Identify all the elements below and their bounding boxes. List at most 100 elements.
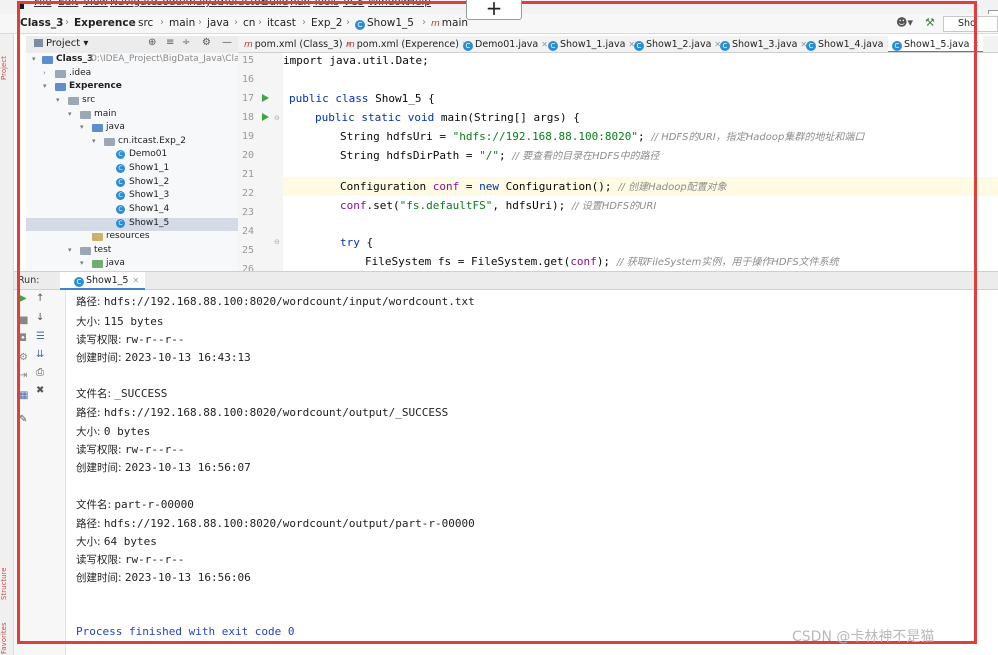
tree-item-src[interactable]: ▾ src [26,95,238,108]
breadcrumb-src[interactable]: src [138,17,153,29]
settings-gear-icon[interactable]: ⚙ [19,352,28,363]
console-output[interactable]: 路径: hdfs://192.168.88.100:8020/wordcount… [66,290,998,655]
expand-icon[interactable]: ▾ [56,96,60,104]
test-folder-icon [92,260,103,268]
menu-navigate[interactable]: Navigate [110,0,157,8]
tab-show1-2[interactable]: C Show1_2.java ✕ [634,36,721,52]
breadcrumb-java[interactable]: java [207,17,229,29]
tab-demo01[interactable]: C Demo01.java ✕ [463,36,548,52]
stop-icon[interactable]: ■ [19,315,28,326]
code-keyword: try [340,236,360,249]
close-icon[interactable]: ✕ [541,40,548,49]
project-tool-label[interactable]: Project [0,40,14,80]
run-class-icon[interactable] [262,94,269,102]
menu-refactor[interactable]: Refactor [221,0,265,8]
login-icon[interactable]: ⇥ [19,370,27,381]
tree-item-show1-3[interactable]: C Show1_3 [26,190,238,203]
expand-icon[interactable]: ▾ [32,55,36,63]
hammer-icon[interactable]: ⚒ [925,16,935,29]
fold-icon[interactable]: ⊖ [274,238,280,246]
breadcrumb-method[interactable]: m main [431,17,468,29]
tree-item-class3[interactable]: ▾ Class_3 D:\IDEA_Project\BigData_Java\C… [26,54,238,67]
scroll-down-icon[interactable]: ↓ [36,312,44,323]
breadcrumb-exp2[interactable]: Exp_2 [311,17,342,29]
expand-icon[interactable]: ▾ [68,246,72,254]
rerun-icon[interactable]: ▶ [19,293,27,304]
menu-analyze[interactable]: Analyze [182,0,223,8]
project-view-select[interactable]: Project ▾ [34,38,88,49]
trash-icon[interactable]: ✖ [36,385,44,396]
structure-tool-label[interactable]: Structure [0,550,14,600]
menu-window[interactable]: Window [368,0,409,8]
locate-icon[interactable]: ⊕ [148,37,156,48]
pin-icon[interactable]: ✎ [19,414,27,425]
run-config-select[interactable]: Sho [943,16,998,32]
soft-wrap-icon[interactable]: ☰ [36,331,45,342]
code-line-26: FileSystem fs = FileSystem.get(conf); //… [283,252,998,271]
tab-show1-5[interactable]: C Show1_5.java ✕ [888,36,984,52]
run-tab-show1-5[interactable]: C Show1_5 ✕ [60,272,146,290]
fold-icon[interactable]: ⊖ [274,114,280,122]
settings-gear-icon[interactable]: ⚙ [202,37,211,48]
menu-vcs[interactable]: VCS [343,0,364,8]
tree-item-idea[interactable]: › .idea [26,68,238,81]
tree-item-show1-4[interactable]: C Show1_4 [26,204,238,217]
tree-item-test-java[interactable]: ▾ java [26,258,238,271]
new-tab-button[interactable]: + [466,0,522,20]
tab-pom-class3[interactable]: m pom.xml (Class_3) ✕ [244,36,352,52]
menu-file[interactable]: File [34,0,52,8]
breadcrumb-module[interactable]: Experence [74,17,136,29]
tree-item-show1-2[interactable]: C Show1_2 [26,177,238,190]
close-icon[interactable]: ✕ [972,40,979,49]
tree-item-show1-5[interactable]: C Show1_5 [26,218,238,231]
code-editor[interactable]: 15 16 17 18 ⊖ 19 20 21 22 23 24 25 ⊖ 26 … [238,53,998,271]
layout-icon[interactable]: ▦ [19,390,28,401]
tab-label: Show1_3.java [732,39,798,50]
expand-icon[interactable]: ▾ [92,137,96,145]
menu-code[interactable]: Code [155,0,182,8]
tree-item-experence[interactable]: ▾ Experence [26,81,238,94]
menu-run[interactable]: Run [290,0,310,8]
expand-all-icon[interactable]: ≡ [166,37,174,48]
breadcrumb-main[interactable]: main [169,17,195,29]
tab-show1-4[interactable]: CShow1_4.java✕ [806,36,893,52]
scroll-up-icon[interactable]: ↑ [36,293,44,304]
run-method-icon[interactable] [262,113,269,121]
tree-item-main[interactable]: ▾ main [26,109,238,122]
expand-icon[interactable]: ▾ [80,259,84,267]
scroll-to-end-icon[interactable]: ⇊ [36,349,44,360]
breadcrumb-cn[interactable]: cn [243,17,255,29]
expand-icon[interactable]: ▾ [68,110,72,118]
favorites-tool-label[interactable]: Favorites [0,606,14,654]
collapse-all-icon[interactable]: ÷ [182,37,190,48]
camera-icon[interactable]: ◘ [19,333,27,344]
line-number: 16 [242,74,255,85]
menu-edit[interactable]: Edit [58,0,78,8]
code-variable: conf [432,180,460,193]
tab-pom-experence[interactable]: mpom.xml (Experence)✕ [346,36,469,52]
tree-item-test[interactable]: ▾ test [26,245,238,258]
code-text: .set( [366,199,400,212]
tab-show1-3[interactable]: C Show1_3.java ✕ [720,36,807,52]
collapse-icon[interactable]: › [43,69,46,77]
hide-panel-icon[interactable]: — [222,37,232,48]
breadcrumb-itcast[interactable]: itcast [267,17,296,29]
tree-item-package[interactable]: ▾ cn.itcast.Exp_2 [26,136,238,149]
menu-tools[interactable]: Tools [313,0,339,8]
close-icon[interactable]: ✕ [132,276,139,285]
expand-icon[interactable]: ▾ [43,82,47,90]
breadcrumb-project[interactable]: Class_3 [20,17,63,29]
tree-item-show1-1[interactable]: C Show1_1 [26,163,238,176]
menu-view[interactable]: View [83,0,108,8]
tree-item-java[interactable]: ▾ java [26,122,238,135]
perm-label: 读写权限: [76,444,125,456]
user-icon[interactable]: ☻▾ [896,16,913,29]
tree-item-demo01[interactable]: C Demo01 [26,149,238,162]
menu-help[interactable]: Help [407,0,431,8]
expand-icon[interactable]: ▾ [80,123,84,131]
tab-show1-1[interactable]: C Show1_1.java ✕ [548,36,635,52]
print-icon[interactable]: ⎙ [36,367,44,378]
menu-build[interactable]: Build [262,0,288,8]
tree-item-resources[interactable]: resources [26,231,238,244]
breadcrumb-class[interactable]: C Show1_5 [355,17,414,30]
